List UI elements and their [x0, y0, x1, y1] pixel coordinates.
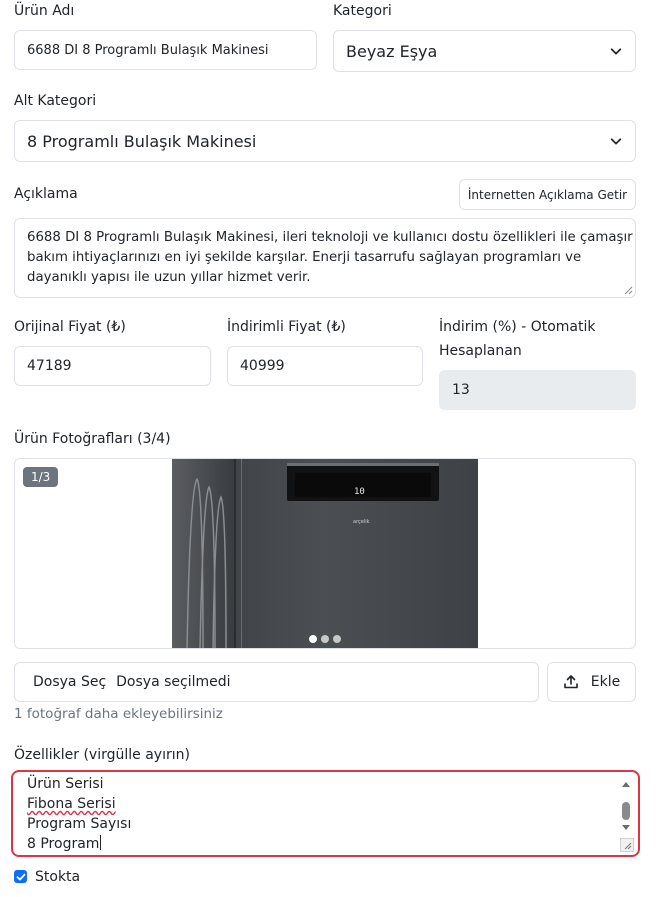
file-input[interactable]: Dosya Seç Dosya seçilmedi	[14, 662, 539, 702]
stock-checkbox[interactable]	[14, 870, 27, 883]
features-line: Ürün Serisi	[27, 776, 104, 792]
carousel-dot[interactable]	[321, 635, 329, 643]
discount-percent-label: İndirim (%) - Otomatik	[439, 319, 596, 335]
features-line-text: 8 Program	[27, 836, 100, 852]
photo-carousel[interactable]: 1/3 10 arçelik	[14, 458, 636, 649]
upload-hint: 1 fotoğraf daha ekleyebilirsiniz	[14, 706, 223, 722]
carousel-dots	[309, 635, 341, 643]
scroll-thumb	[622, 802, 630, 820]
choose-file-button[interactable]: Dosya Seç	[15, 674, 116, 690]
add-photo-label: Ekle	[590, 674, 621, 690]
features-line: Fibona Serisi	[27, 794, 131, 814]
discounted-price-label: İndirimli Fiyat (₺)	[227, 319, 346, 335]
description-textarea[interactable]: 6688 DI 8 Programlı Bulaşık Makinesi, il…	[14, 218, 636, 298]
chevron-down-icon	[610, 48, 622, 55]
resize-grip-icon[interactable]	[623, 285, 633, 295]
discount-percent-input: 13	[439, 370, 636, 410]
features-textarea[interactable]: Ürün Serisi Fibona Serisi Program Sayısı…	[11, 770, 640, 857]
features-line-current: 8 Program	[27, 834, 131, 854]
features-line: Program Sayısı	[27, 816, 132, 832]
discounted-price-input[interactable]: 40999	[227, 346, 423, 386]
carousel-dot[interactable]	[333, 635, 341, 643]
subcategory-select[interactable]: 8 Programlı Bulaşık Makinesi	[14, 120, 636, 162]
features-label: Özellikler (virgülle ayırın)	[14, 747, 190, 763]
original-price-input[interactable]: 47189	[14, 346, 211, 386]
category-select[interactable]: Beyaz Eşya	[333, 30, 636, 72]
original-price-label: Orijinal Fiyat (₺)	[14, 319, 126, 335]
brand-mark: arçelik	[353, 519, 370, 525]
add-photo-button[interactable]: Ekle	[547, 662, 636, 702]
subcategory-selected-value: 8 Programlı Bulaşık Makinesi	[27, 131, 257, 151]
fetch-description-button[interactable]: İnternetten Açıklama Getir	[459, 179, 636, 210]
description-label: Açıklama	[14, 186, 78, 202]
carousel-dot[interactable]	[309, 635, 317, 643]
scroll-up-arrow-icon	[622, 782, 630, 787]
display-readout: 10	[354, 487, 365, 497]
resize-grip-icon[interactable]	[620, 838, 634, 852]
description-line: dayanıklı yapısı ile uzun yıllar hizmet …	[27, 270, 311, 285]
photo-counter-badge: 1/3	[23, 467, 59, 487]
product-photo: 10 arçelik	[172, 459, 478, 648]
upload-icon	[563, 675, 578, 689]
photos-label: Ürün Fotoğrafları (3/4)	[14, 431, 171, 447]
product-name-label: Ürün Adı	[14, 3, 75, 19]
file-status: Dosya seçilmedi	[116, 674, 231, 690]
scroll-down-arrow-icon	[622, 825, 630, 830]
description-line: 6688 DI 8 Programlı Bulaşık Makinesi, il…	[27, 230, 633, 245]
checkmark-icon	[16, 873, 25, 880]
fetch-description-label: İnternetten Açıklama Getir	[467, 187, 628, 202]
product-name-input[interactable]: 6688 DI 8 Programlı Bulaşık Makinesi	[14, 30, 317, 70]
category-label: Kategori	[333, 3, 392, 19]
subcategory-label: Alt Kategori	[14, 93, 97, 109]
category-selected-value: Beyaz Eşya	[346, 41, 438, 61]
spellcheck-word: Fibona Serisi	[27, 796, 116, 812]
scrollbar[interactable]	[620, 778, 632, 834]
description-line: bakım ihtiyaçlarınızı en iyi şekilde kar…	[27, 250, 582, 265]
discount-percent-label-line2: Hesaplanan	[439, 343, 522, 359]
stock-label[interactable]: Stokta	[35, 867, 80, 887]
text-caret	[100, 835, 102, 850]
chevron-down-icon	[610, 138, 622, 145]
